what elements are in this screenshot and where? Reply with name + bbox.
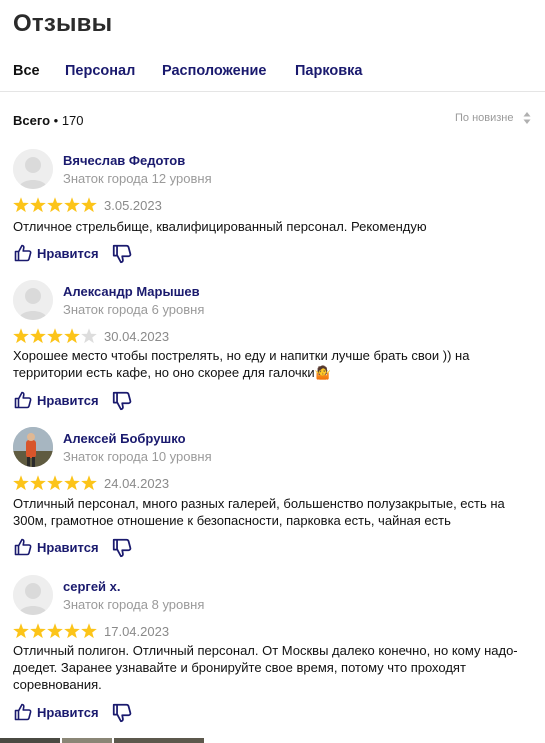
sort-dropdown[interactable]: По новизне <box>455 112 514 124</box>
avatar[interactable] <box>13 149 53 189</box>
star-filled-icon <box>30 475 46 491</box>
thumbs-up-icon <box>14 391 32 409</box>
star-filled-icon <box>47 623 63 639</box>
star-filled-icon <box>81 475 97 491</box>
sort-updown-icon[interactable] <box>523 111 531 125</box>
thumbs-down-icon[interactable] <box>111 390 133 412</box>
star-filled-icon <box>81 623 97 639</box>
user-placeholder-icon <box>13 280 53 320</box>
avatar[interactable] <box>13 280 53 320</box>
author-level: Знаток города 6 уровня <box>63 302 205 317</box>
avatar[interactable] <box>13 575 53 615</box>
like-label: Нравится <box>37 246 99 261</box>
author-level: Знаток города 12 уровня <box>63 171 212 186</box>
thumbs-down-icon[interactable] <box>111 537 133 559</box>
author-level: Знаток города 10 уровня <box>63 449 212 464</box>
star-filled-icon <box>13 328 29 344</box>
thumbs-down-icon[interactable] <box>111 243 133 265</box>
tab-location[interactable]: Расположение <box>162 63 266 79</box>
review-date: 24.04.2023 <box>104 476 170 491</box>
author-level: Знаток города 8 уровня <box>63 597 205 612</box>
author-name[interactable]: Вячеслав Федотов <box>63 153 185 168</box>
tab-staff[interactable]: Персонал <box>65 63 135 79</box>
star-filled-icon <box>13 197 29 213</box>
star-filled-icon <box>47 197 63 213</box>
star-filled-icon <box>13 475 29 491</box>
review-text: Хорошее место чтобы пострелять, но еду и… <box>13 348 470 380</box>
rating-stars <box>13 197 97 213</box>
review-date: 3.05.2023 <box>104 198 162 213</box>
star-filled-icon <box>30 328 46 344</box>
review-date: 30.04.2023 <box>104 329 170 344</box>
author-name[interactable]: Александр Марышев <box>63 284 200 299</box>
thumbs-up-icon <box>14 244 32 262</box>
thumbs-up-icon <box>14 538 32 556</box>
avatar[interactable] <box>13 427 53 467</box>
thumbs-up-icon <box>14 703 32 721</box>
total-count: 170 <box>61 113 84 128</box>
review-date: 17.04.2023 <box>104 624 170 639</box>
rating-stars <box>13 475 97 491</box>
star-filled-icon <box>64 197 80 213</box>
star-filled-icon <box>30 623 46 639</box>
review-text: Отличное стрельбище, квалифицированный п… <box>13 219 427 234</box>
star-empty-icon <box>81 328 97 344</box>
total-label: Всего <box>13 113 51 128</box>
review-text: Отличный полигон. Отличный персонал. От … <box>13 643 518 692</box>
tab-all[interactable]: Все <box>13 63 40 79</box>
star-filled-icon <box>81 197 97 213</box>
star-filled-icon <box>47 328 63 344</box>
author-name[interactable]: сергей х. <box>63 579 121 594</box>
user-photo-icon <box>13 427 53 467</box>
tab-parking[interactable]: Парковка <box>295 63 363 79</box>
user-placeholder-icon <box>13 575 53 615</box>
star-filled-icon <box>64 623 80 639</box>
reviews-total: Всего • 170 <box>13 113 84 128</box>
like-label: Нравится <box>37 540 99 555</box>
like-label: Нравится <box>37 393 99 408</box>
author-name[interactable]: Алексей Бобрушко <box>63 431 186 446</box>
star-filled-icon <box>47 475 63 491</box>
rating-stars <box>13 623 97 639</box>
like-label: Нравится <box>37 705 99 720</box>
review-text: Отличный персонал, много разных галерей,… <box>13 496 505 528</box>
next-review-photos-edge <box>0 738 545 743</box>
star-filled-icon <box>64 475 80 491</box>
star-filled-icon <box>64 328 80 344</box>
star-filled-icon <box>13 623 29 639</box>
tabs-divider <box>0 91 545 92</box>
page-title: Отзывы <box>13 10 113 37</box>
rating-stars <box>13 328 97 344</box>
user-placeholder-icon <box>13 149 53 189</box>
thumbs-down-icon[interactable] <box>111 702 133 724</box>
star-filled-icon <box>30 197 46 213</box>
